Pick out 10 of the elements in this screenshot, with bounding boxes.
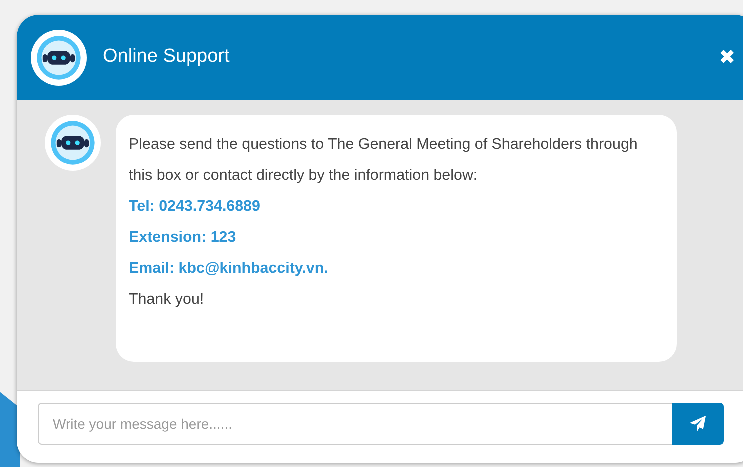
chat-title: Online Support (103, 45, 230, 70)
message-text: Thank you! (129, 290, 206, 310)
message-text: Please send the questions to The General Meeting of Shareholders through this box or contact directly by the information below: (129, 135, 639, 186)
send-icon (689, 415, 707, 433)
contact-detail: Email: kbc@kinhbaccity.vn. (129, 259, 330, 279)
message-input[interactable]: Write your message here...... (38, 403, 672, 445)
contact-detail: Extension: 123 (129, 228, 238, 248)
close-button[interactable]: ✖ (713, 48, 742, 68)
send-button[interactable] (672, 403, 724, 445)
contact-detail: Tel: 0243.734.6889 (129, 197, 262, 217)
